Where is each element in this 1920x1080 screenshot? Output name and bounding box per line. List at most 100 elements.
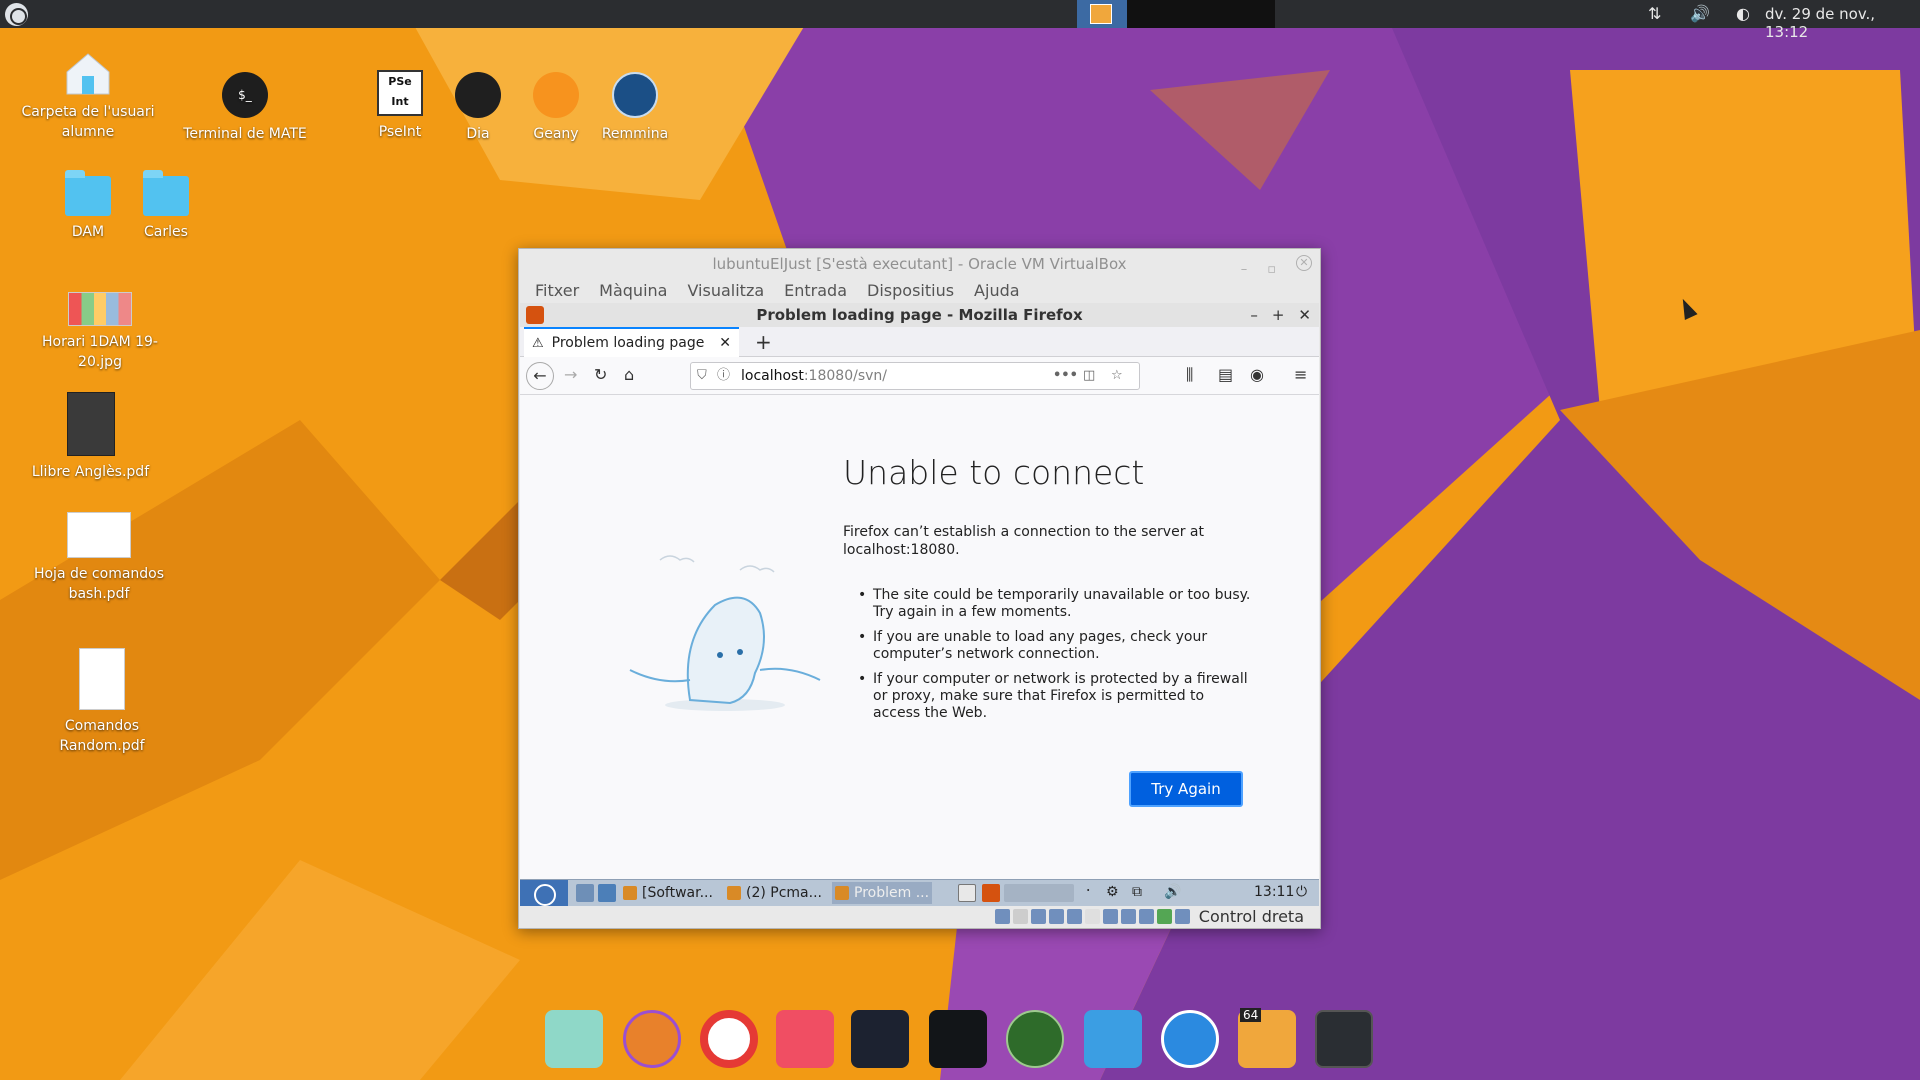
desktop-icon-horari[interactable]: Horari 1DAM 19-20.jpg	[25, 292, 175, 372]
minimize-icon[interactable]: –	[1241, 255, 1248, 285]
home-icon[interactable]: ⌂	[624, 365, 634, 384]
desktop-icon-random-pdf[interactable]: Comandos Random.pdf	[50, 648, 154, 756]
audio-icon[interactable]	[1030, 908, 1046, 924]
desktop-icon-llibre[interactable]: Llibre Anglès.pdf	[28, 392, 153, 482]
terminal-icon[interactable]	[1315, 1010, 1373, 1068]
new-tab-icon[interactable]: +	[755, 330, 772, 354]
try-again-button[interactable]: Try Again	[1129, 771, 1243, 807]
close-icon[interactable]: ✕	[1296, 255, 1312, 271]
volume-icon[interactable]: 🔊	[1690, 4, 1710, 23]
hard-disk-icon[interactable]	[994, 908, 1010, 924]
workspace-icon[interactable]	[958, 884, 976, 902]
guest-screen[interactable]: Problem loading page - Mozilla Firefox –…	[520, 303, 1319, 906]
restore-icon[interactable]: ▫	[1267, 255, 1276, 285]
desktop-icon-home[interactable]: Carpeta de l'usuari alumne	[18, 52, 158, 142]
account-icon[interactable]: ◉	[1250, 365, 1264, 384]
menu-hamburger-icon[interactable]: ≡	[1294, 365, 1307, 384]
site-info-icon[interactable]: ⓘ	[717, 363, 730, 389]
menu-dispositius[interactable]: Dispositius	[857, 279, 964, 303]
reload-icon[interactable]: ↻	[594, 365, 607, 384]
url-bar[interactable]: ⛉ ⓘ localhost:18080/svn/ ••• ◫ ☆	[690, 362, 1140, 390]
guest-start-button[interactable]	[520, 880, 568, 906]
desktop-icon-carles[interactable]: Carles	[136, 170, 196, 242]
monitor-app-icon[interactable]	[1161, 1010, 1219, 1068]
desktop-icon-pseint[interactable]: PSe Int PseInt	[370, 70, 430, 142]
firefox-tabbar: ⚠ Problem loading page ✕ +	[520, 327, 1319, 357]
firefox-window-title: Problem loading page - Mozilla Firefox	[756, 306, 1083, 324]
firefox-icon[interactable]	[623, 1010, 681, 1068]
virtualbox-icon[interactable]: 64	[1238, 1008, 1296, 1068]
usb-icon[interactable]	[1066, 908, 1082, 924]
taskbar-empty-slot[interactable]	[1127, 0, 1275, 28]
night-mode-icon[interactable]: ◐	[1736, 4, 1750, 23]
desktop-icon-geany[interactable]: Geany	[526, 72, 586, 144]
screen-recorder-icon[interactable]	[700, 1010, 758, 1068]
mouse-integration-icon[interactable]	[1156, 908, 1172, 924]
error-title: Unable to connect	[843, 453, 1145, 492]
optical-drive-icon[interactable]	[1012, 908, 1028, 924]
power-icon[interactable]: ⏻	[1296, 884, 1314, 902]
network-icon[interactable]: ⇅	[1648, 4, 1661, 23]
desktop-icon-dam[interactable]: DAM	[58, 170, 118, 242]
terminal-app-icon[interactable]	[929, 1010, 987, 1068]
desktop-icon-dia[interactable]: Dia	[448, 72, 508, 144]
tracking-shield-icon[interactable]: ⛉	[697, 363, 707, 389]
close-icon[interactable]: ✕	[1298, 303, 1311, 327]
firefox-titlebar[interactable]: Problem loading page - Mozilla Firefox –…	[520, 303, 1319, 327]
window-title: lubuntuElJust [S'està executant] - Oracl…	[712, 255, 1127, 273]
system-menu-icon[interactable]	[5, 3, 28, 26]
menu-maquina[interactable]: Màquina	[589, 279, 677, 303]
library-icon[interactable]: ⫼	[1186, 365, 1193, 385]
menu-ajuda[interactable]: Ajuda	[964, 279, 1030, 303]
window-app-icon[interactable]	[1084, 1010, 1142, 1068]
file-manager-icon[interactable]	[576, 884, 594, 902]
page-actions-icon[interactable]: •••	[1053, 363, 1078, 389]
virtualbox-titlebar[interactable]: lubuntuElJust [S'està executant] - Oracl…	[519, 249, 1320, 279]
error-suggestions: The site could be temporarily unavailabl…	[843, 587, 1253, 730]
files-icon[interactable]	[545, 1010, 603, 1068]
desktop-icon-label: Llibre Anglès.pdf	[31, 464, 150, 480]
bluetooth-icon[interactable]: ᛫	[1084, 884, 1102, 902]
close-tab-icon[interactable]: ✕	[719, 335, 731, 351]
updates-icon[interactable]: ⚙	[1106, 884, 1124, 902]
menu-entrada[interactable]: Entrada	[774, 279, 857, 303]
bookmark-star-icon[interactable]: ☆	[1111, 363, 1123, 389]
network-icon[interactable]: ⧉	[1132, 884, 1150, 902]
virtualbox-window[interactable]: lubuntuElJust [S'està executant] - Oracl…	[518, 248, 1321, 929]
recording-icon[interactable]	[1120, 908, 1136, 924]
taskbar-virtualbox-button[interactable]	[1077, 0, 1127, 28]
guest-clock[interactable]: 13:11	[1254, 884, 1294, 900]
network-adapter-icon[interactable]	[1048, 908, 1064, 924]
desktop-icon-terminal[interactable]: $_ Terminal de MATE	[178, 72, 312, 144]
radar-icon[interactable]	[1006, 1010, 1064, 1068]
toggle-app-icon[interactable]	[776, 1010, 834, 1068]
menu-visualitza[interactable]: Visualitza	[677, 279, 774, 303]
keyboard-icon[interactable]	[1174, 908, 1190, 924]
volume-icon[interactable]: 🔊	[1164, 884, 1182, 902]
url-text: localhost:18080/svn/	[741, 368, 887, 384]
desktop-icon[interactable]	[598, 884, 616, 902]
menu-fitxer[interactable]: Fitxer	[525, 279, 589, 303]
cpu-icon[interactable]	[1138, 908, 1154, 924]
desktop-icon-label: Comandos Random.pdf	[59, 718, 145, 754]
pocket-icon[interactable]: ◫	[1083, 363, 1095, 389]
guest-task-pcman[interactable]: (2) Pcma...	[724, 882, 824, 904]
tab-problem-loading[interactable]: ⚠ Problem loading page ✕	[524, 327, 739, 357]
firefox-tray-icon[interactable]	[982, 884, 1000, 902]
back-icon[interactable]: ←	[526, 362, 554, 390]
display-icon[interactable]	[1102, 908, 1118, 924]
firefox-app-icon	[526, 306, 544, 324]
guest-task-software[interactable]: [Softwar...	[620, 882, 720, 904]
forward-icon[interactable]: →	[564, 365, 577, 384]
top-panel-clock[interactable]: dv. 29 de nov., 13:12	[1765, 5, 1920, 41]
minimize-icon[interactable]: –	[1250, 303, 1258, 327]
sidebar-icon[interactable]: ▤	[1218, 365, 1233, 384]
maximize-icon[interactable]: +	[1272, 303, 1285, 327]
desktop-icon-label: Remmina	[601, 126, 669, 142]
desktop-icon-remmina[interactable]: Remmina	[596, 72, 674, 144]
guest-task-firefox[interactable]: Problem ...	[832, 882, 932, 904]
desktop-icon-bash-pdf[interactable]: Hoja de comandos bash.pdf	[28, 512, 170, 604]
shared-folders-icon[interactable]	[1084, 908, 1100, 924]
ide-icon[interactable]	[851, 1010, 909, 1068]
desktop-icon-label: Dia	[466, 126, 490, 142]
